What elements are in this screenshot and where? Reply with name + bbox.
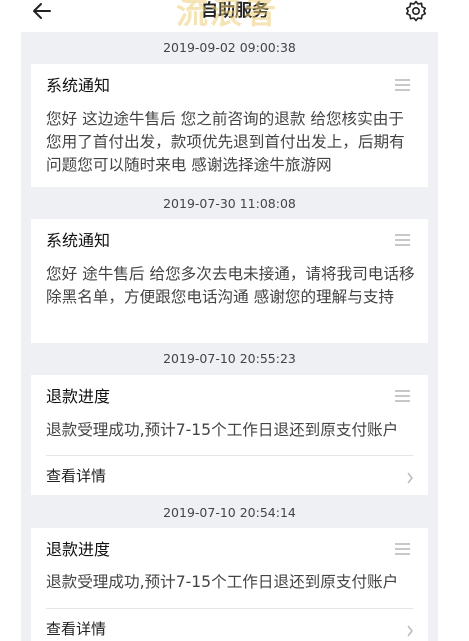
card-title: 退款进度	[46, 387, 111, 406]
settings-button[interactable]	[403, 0, 429, 24]
back-arrow-icon	[33, 3, 51, 19]
message-timestamp: 2019-07-30 11:08:08	[163, 196, 296, 211]
message-timestamp: 2019-07-10 20:55:23	[163, 351, 296, 366]
chevron-right-icon	[407, 472, 413, 484]
card-body-text: 您好 途牛售后 给您多次去电未接通，请将我司电话移除黑名单，方便跟您电话沟通 感…	[46, 265, 415, 306]
card-body-text: 退款受理成功,预计7-15个工作日退还到原支付账户	[46, 573, 399, 591]
card-title: 系统通知	[46, 231, 111, 250]
back-button[interactable]	[30, 0, 56, 24]
card-body-text: 退款受理成功,预计7-15个工作日退还到原支付账户	[46, 421, 399, 439]
card-title: 退款进度	[46, 540, 111, 559]
watermark-text: 流浪者	[176, 0, 279, 31]
view-details-link[interactable]: 查看详情	[46, 618, 106, 640]
view-details-link[interactable]: 查看详情	[46, 465, 106, 487]
top-nav-bar: 自助服务 流浪者	[0, 0, 469, 32]
message-card[interactable]: 退款进度 退款受理成功,预计7-15个工作日退还到原支付账户 查看详情	[31, 528, 428, 641]
card-divider	[46, 455, 413, 456]
card-body-text: 您好 这边途牛售后 您之前咨询的退款 给您核实由于您用了首付出发，款项优先退到首…	[46, 110, 405, 174]
card-divider	[46, 608, 413, 609]
message-card[interactable]: 退款进度 退款受理成功,预计7-15个工作日退还到原支付账户 查看详情	[31, 375, 428, 495]
message-timestamp: 2019-09-02 09:00:38	[163, 40, 296, 55]
message-timestamp: 2019-07-10 20:54:14	[163, 505, 296, 520]
menu-icon[interactable]	[395, 79, 410, 91]
chevron-right-icon	[407, 625, 413, 637]
card-title: 系统通知	[46, 76, 111, 95]
menu-icon[interactable]	[395, 543, 410, 555]
gear-icon	[405, 0, 427, 22]
menu-icon[interactable]	[395, 390, 410, 402]
message-card[interactable]: 系统通知 您好 途牛售后 给您多次去电未接通，请将我司电话移除黑名单，方便跟您电…	[31, 219, 428, 343]
message-card[interactable]: 系统通知 您好 这边途牛售后 您之前咨询的退款 给您核实由于您用了首付出发，款项…	[31, 64, 428, 187]
menu-icon[interactable]	[395, 234, 410, 246]
app-screen: 自助服务 流浪者 2019-09-02 09:00:38 系统通知 您好 这边途…	[0, 0, 469, 641]
